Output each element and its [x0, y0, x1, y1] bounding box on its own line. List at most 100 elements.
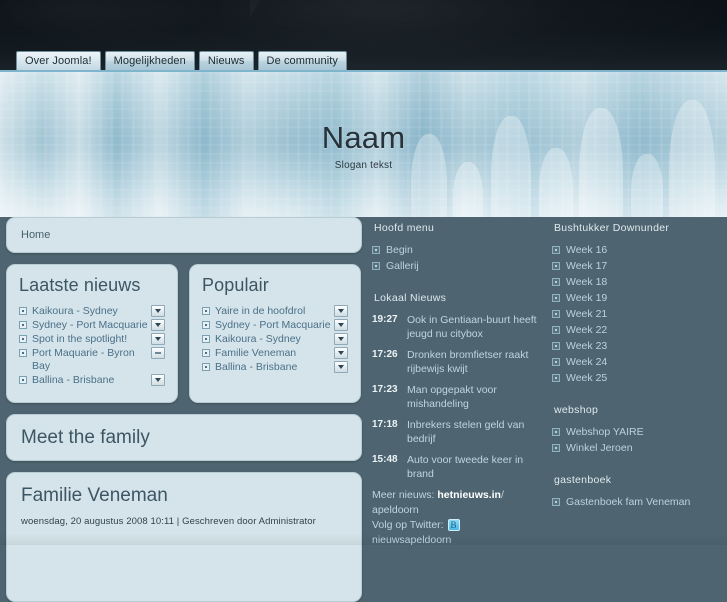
- dropdown-arrow-icon[interactable]: [151, 374, 165, 386]
- list-item[interactable]: Kaikoura - Sydney: [202, 333, 348, 346]
- list-item-label: Kaikoura - Sydney: [32, 305, 149, 318]
- menu-item-label: Week 25: [566, 371, 607, 386]
- menu-item-label: Week 17: [566, 259, 607, 274]
- news-headline: Dronken bromfietser raakt rijbewijs kwij…: [407, 348, 540, 376]
- menu-item-label: Week 22: [566, 323, 607, 338]
- nav-tab-over-joomla[interactable]: Over Joomla!: [16, 51, 101, 70]
- list-item[interactable]: Familie Veneman: [202, 347, 348, 360]
- list-item[interactable]: Ballina - Brisbane: [19, 374, 165, 387]
- nav-tab-de-community[interactable]: De community: [258, 51, 348, 70]
- news-item[interactable]: 15:48 Auto voor tweede keer in brand: [372, 453, 540, 481]
- news-headline: Inbrekers stelen geld van bedrijf: [407, 418, 540, 446]
- menu-item-week-23[interactable]: Week 23: [552, 339, 724, 354]
- menu-item-label: Week 24: [566, 355, 607, 370]
- lokaal-nieuws-footer: Meer nieuws: hetnieuws.in/ apeldoorn Vol…: [372, 488, 540, 548]
- bullet-icon: [552, 262, 560, 270]
- module-title-laatste-nieuws: Laatste nieuws: [19, 275, 165, 296]
- list-item-label: Ballina - Brisbane: [215, 361, 332, 374]
- news-item[interactable]: 17:18 Inbrekers stelen geld van bedrijf: [372, 418, 540, 446]
- list-item[interactable]: Sydney - Port Macquarie: [19, 319, 165, 332]
- menu-item-label: Week 18: [566, 275, 607, 290]
- list-item[interactable]: Ballina - Brisbane: [202, 361, 348, 374]
- module-row: Laatste nieuws Kaikoura - Sydney Sydney …: [6, 264, 362, 403]
- dropdown-collapsed-icon[interactable]: [151, 347, 165, 359]
- menu-item-webshop-yaire[interactable]: Webshop YAIRE: [552, 425, 724, 440]
- bullet-icon: [19, 307, 27, 315]
- menu-item-gastenboek-fam-veneman[interactable]: Gastenboek fam Veneman: [552, 495, 724, 510]
- dropdown-arrow-icon[interactable]: [334, 319, 348, 331]
- breadcrumb-home[interactable]: Home: [21, 229, 50, 241]
- list-item[interactable]: Port Maquarie - Byron Bay: [19, 347, 165, 373]
- dropdown-arrow-icon[interactable]: [151, 305, 165, 317]
- menu-item-week-21[interactable]: Week 21: [552, 307, 724, 322]
- menu-item-begin[interactable]: Begin: [372, 243, 540, 258]
- bullet-icon: [202, 363, 210, 371]
- gastenboek-list: Gastenboek fam Veneman: [552, 495, 724, 510]
- menu-item-week-17[interactable]: Week 17: [552, 259, 724, 274]
- nav-tab-nieuws[interactable]: Nieuws: [199, 51, 254, 70]
- menu-item-week-22[interactable]: Week 22: [552, 323, 724, 338]
- nav-tab-mogelijkheden[interactable]: Mogelijkheden: [105, 51, 195, 70]
- menu-item-winkel-jeroen[interactable]: Winkel Jeroen: [552, 441, 724, 456]
- list-item[interactable]: Sydney - Port Macquarie: [202, 319, 348, 332]
- meet-the-family-title: Meet the family: [21, 427, 150, 449]
- news-headline: Auto voor tweede keer in brand: [407, 453, 540, 481]
- more-news-label: Meer nieuws:: [372, 489, 437, 501]
- list-item-label: Kaikoura - Sydney: [215, 333, 332, 346]
- menu-item-label: Week 23: [566, 339, 607, 354]
- list-item[interactable]: Spot in the spotlight!: [19, 333, 165, 346]
- news-item[interactable]: 19:27 Ook in Gentiaan-buurt heeft jeugd …: [372, 313, 540, 341]
- dropdown-arrow-icon[interactable]: [151, 333, 165, 345]
- news-headline: Man opgepakt voor mishandeling: [407, 383, 540, 411]
- news-item[interactable]: 17:23 Man opgepakt voor mishandeling: [372, 383, 540, 411]
- primary-navigation: Over Joomla! Mogelijkheden Nieuws De com…: [16, 51, 347, 70]
- twitter-handle[interactable]: nieuwsapeldoorn: [372, 534, 451, 546]
- twitter-icon[interactable]: [448, 519, 460, 531]
- site-banner: Naam Slogan tekst: [0, 70, 727, 217]
- menu-item-label: Winkel Jeroen: [566, 441, 633, 456]
- menu-item-label: Gastenboek fam Veneman: [566, 495, 690, 510]
- dropdown-arrow-icon[interactable]: [334, 361, 348, 373]
- dropdown-arrow-icon[interactable]: [334, 347, 348, 359]
- dropdown-arrow-icon[interactable]: [334, 333, 348, 345]
- menu-item-week-19[interactable]: Week 19: [552, 291, 724, 306]
- bullet-icon: [19, 349, 27, 357]
- bullet-icon: [19, 335, 27, 343]
- bullet-icon: [19, 321, 27, 329]
- twitter-label: Volg op Twitter:: [372, 519, 447, 531]
- module-laatste-nieuws: Laatste nieuws Kaikoura - Sydney Sydney …: [6, 264, 178, 403]
- bullet-icon: [202, 349, 210, 357]
- left-column: Home Laatste nieuws Kaikoura - Sydney Sy…: [6, 217, 362, 602]
- dropdown-arrow-icon[interactable]: [334, 305, 348, 317]
- news-time: 17:18: [372, 418, 400, 446]
- bullet-icon: [552, 358, 560, 366]
- menu-item-label: Week 16: [566, 243, 607, 258]
- list-item-label: Yaire in de hoofdrol: [215, 305, 332, 318]
- main-content-area: Home Laatste nieuws Kaikoura - Sydney Sy…: [0, 217, 727, 545]
- article-familie-veneman: Familie Veneman woensdag, 20 augustus 20…: [6, 472, 362, 602]
- bullet-icon: [372, 262, 380, 270]
- webshop-list: Webshop YAIRE Winkel Jeroen: [552, 425, 724, 456]
- module-title-lokaal-nieuws: Lokaal Nieuws: [374, 292, 540, 304]
- list-item[interactable]: Kaikoura - Sydney: [19, 305, 165, 318]
- news-item[interactable]: 17:26 Dronken bromfietser raakt rijbewij…: [372, 348, 540, 376]
- bullet-icon: [372, 246, 380, 254]
- menu-item-week-16[interactable]: Week 16: [552, 243, 724, 258]
- bullet-icon: [202, 321, 210, 329]
- news-time: 19:27: [372, 313, 400, 341]
- bullet-icon: [19, 376, 27, 384]
- module-title-populair: Populair: [202, 275, 348, 296]
- laatste-nieuws-list: Kaikoura - Sydney Sydney - Port Macquari…: [19, 305, 165, 387]
- module-title-webshop: webshop: [554, 404, 724, 416]
- menu-item-week-24[interactable]: Week 24: [552, 355, 724, 370]
- dropdown-arrow-icon[interactable]: [151, 319, 165, 331]
- menu-item-week-25[interactable]: Week 25: [552, 371, 724, 386]
- module-meet-the-family: Meet the family: [6, 414, 362, 461]
- more-news-link[interactable]: hetnieuws.in: [437, 489, 501, 501]
- menu-item-week-18[interactable]: Week 18: [552, 275, 724, 290]
- menu-item-label: Gallerij: [386, 259, 419, 274]
- bullet-icon: [552, 278, 560, 286]
- bullet-icon: [552, 294, 560, 302]
- list-item[interactable]: Yaire in de hoofdrol: [202, 305, 348, 318]
- menu-item-gallerij[interactable]: Gallerij: [372, 259, 540, 274]
